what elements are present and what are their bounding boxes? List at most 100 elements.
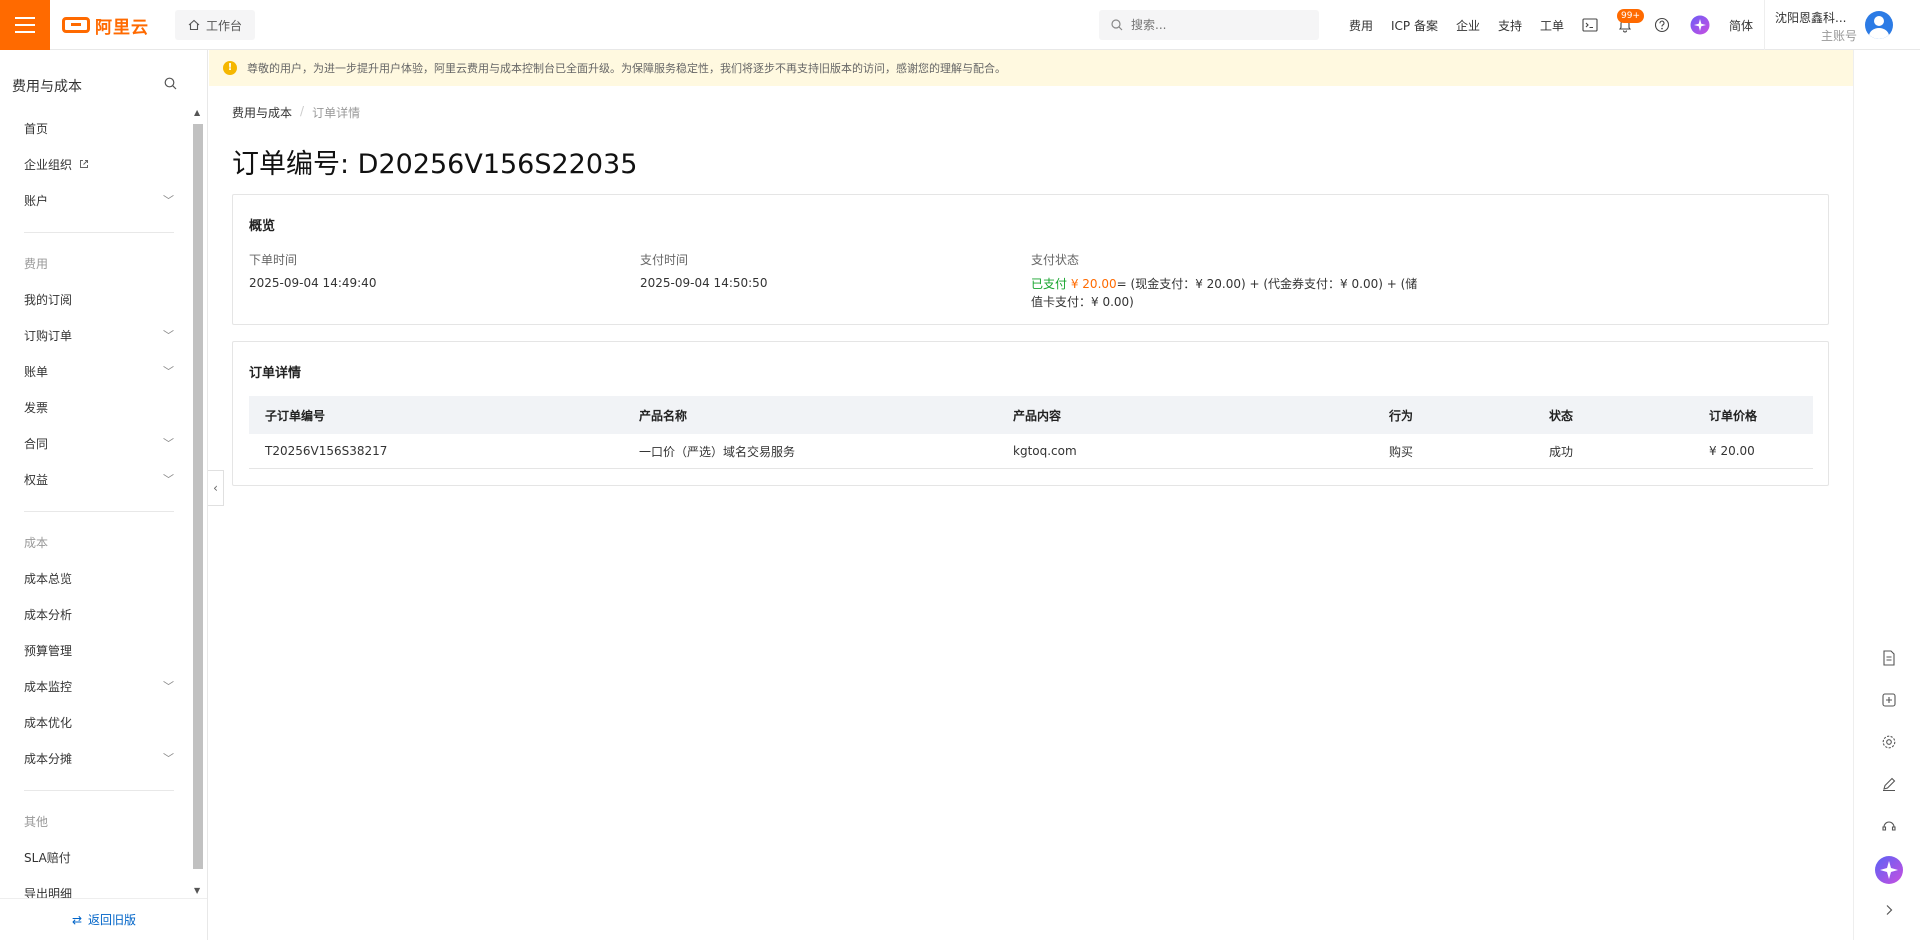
back-label: 返回旧版 — [88, 913, 137, 927]
sidebar-item-budget[interactable]: 预算管理 — [0, 633, 190, 669]
sidebar-item-benefits[interactable]: 权益 ﹀ — [0, 462, 190, 498]
paid-amount: ¥ 20.00 — [1070, 277, 1117, 291]
aliyun-logo[interactable]: 阿里云 — [62, 14, 149, 38]
sidebar-item-cost-overview[interactable]: 成本总览 — [0, 561, 190, 597]
user-name: 沈阳恩鑫科... — [1775, 11, 1847, 25]
sidebar-item-label: 首页 — [24, 122, 49, 136]
chevron-down-icon: ﹀ — [163, 194, 174, 207]
sidebar-item-contracts[interactable]: 合同 ﹀ — [0, 426, 190, 462]
pay-time-label: 支付时间 — [640, 253, 689, 267]
pay-status-value: 已支付 ¥ 20.00= (现金支付：¥ 20.00) + (代金券支付：¥ 0… — [1031, 275, 1421, 311]
notice-text: 尊敬的用户，为进一步提升用户体验，阿里云费用与成本控制台已全面升级。为保障服务稳… — [247, 62, 1006, 75]
document-icon[interactable] — [1878, 647, 1900, 669]
pay-status-label: 支付状态 — [1031, 253, 1080, 267]
chevron-down-icon: ﹀ — [163, 437, 174, 450]
help-icon[interactable] — [1652, 15, 1672, 35]
sidebar-item-label: 成本优化 — [24, 716, 73, 730]
scroll-down-icon[interactable]: ▼ — [194, 886, 200, 895]
workbench-button[interactable]: 工作台 — [175, 10, 256, 40]
search-icon — [1111, 19, 1123, 31]
page-title: 订单编号: D20256V156S22035 — [232, 149, 638, 180]
action: 购买 — [1389, 444, 1414, 459]
product-name: 一口价（严选）域名交易服务 — [639, 444, 796, 459]
nav-enterprise[interactable]: 企业 — [1447, 17, 1489, 34]
external-link-icon — [79, 160, 88, 168]
sidebar-item-orders[interactable]: 订购订单 ﹀ — [0, 318, 190, 354]
sidebar-item-label: SLA赔付 — [24, 851, 71, 865]
avatar[interactable] — [1865, 11, 1893, 39]
ai-assistant-icon[interactable] — [1690, 15, 1710, 35]
chevron-left-icon: ‹ — [213, 481, 218, 495]
breadcrumb-root[interactable]: 费用与成本 — [232, 104, 292, 121]
terminal-icon[interactable] — [1580, 15, 1600, 35]
user-role: 主账号 — [1821, 29, 1858, 43]
order-price: ¥ 20.00 — [1709, 444, 1755, 458]
sidebar-collapse-button[interactable]: ‹ — [208, 470, 224, 506]
settings-icon[interactable] — [1878, 731, 1900, 753]
sidebar-item-invoices[interactable]: 发票 — [0, 390, 190, 426]
ai-assistant-icon[interactable] — [1874, 855, 1904, 885]
back-to-old-version-button[interactable]: ⇄ 返回旧版 — [0, 898, 207, 940]
sidebar-item-account[interactable]: 账户 ﹀ — [0, 183, 190, 219]
nav-fee[interactable]: 费用 — [1340, 17, 1382, 34]
table-row: T20256V156S38217 一口价（严选）域名交易服务 kgtoq.com… — [249, 434, 1813, 469]
suborder-id: T20256V156S38217 — [265, 444, 388, 458]
column-header: 行为 — [1389, 408, 1414, 423]
right-toolbar — [1853, 50, 1920, 940]
notice-banner: ! 尊敬的用户，为进一步提升用户体验，阿里云费用与成本控制台已全面升级。为保障服… — [209, 50, 1853, 86]
sidebar-group-cost: 成本 — [24, 536, 49, 550]
breadcrumb-current: 订单详情 — [312, 106, 361, 120]
top-bar: 阿里云 工作台 费用 ICP 备案 企业 支持 工单 99+ 简体 沈阳恩鑫科.… — [0, 0, 1920, 50]
sidebar-item-label: 权益 — [24, 473, 49, 487]
search-box[interactable] — [1099, 10, 1319, 40]
sidebar-item-cost-analysis[interactable]: 成本分析 — [0, 597, 190, 633]
customer-service-icon[interactable] — [1878, 815, 1900, 837]
home-icon — [188, 19, 200, 31]
order-detail-table: 子订单编号 产品名称 产品内容 行为 状态 订单价格 T20256V156S38… — [249, 396, 1813, 469]
sidebar-item-label: 合同 — [24, 437, 49, 451]
chevron-down-icon: ﹀ — [163, 752, 174, 765]
sidebar-item-sla[interactable]: SLA赔付 — [0, 840, 190, 876]
sidebar-item-label: 成本监控 — [24, 680, 73, 694]
divider — [24, 232, 174, 233]
sidebar-item-label: 成本分摊 — [24, 752, 73, 766]
search-input[interactable] — [1131, 18, 1301, 32]
sidebar-item-label: 发票 — [24, 401, 49, 415]
chevron-down-icon: ﹀ — [163, 365, 174, 378]
nav-support[interactable]: 支持 — [1489, 17, 1531, 34]
chevron-right-icon[interactable] — [1878, 899, 1900, 921]
search-icon[interactable] — [164, 77, 177, 90]
scrollbar-thumb[interactable] — [193, 124, 203, 869]
sidebar-item-bills[interactable]: 账单 ﹀ — [0, 354, 190, 390]
user-menu[interactable]: 沈阳恩鑫科... 主账号 — [1764, 0, 1920, 50]
sidebar-item-cost-allocation[interactable]: 成本分摊 ﹀ — [0, 741, 190, 777]
sidebar-scrollbar[interactable]: ▲ ▼ — [192, 108, 204, 898]
order-time-value: 2025-09-04 14:49:40 — [249, 276, 377, 290]
overview-card: 概览 下单时间 2025-09-04 14:49:40 支付时间 2025-09… — [232, 194, 1829, 325]
language-switch[interactable]: 简体 — [1729, 17, 1753, 34]
sidebar-title: 费用与成本 — [12, 79, 82, 95]
sidebar-item-label: 成本分析 — [24, 608, 73, 622]
menu-icon[interactable] — [0, 0, 50, 50]
nav-ticket[interactable]: 工单 — [1531, 17, 1573, 34]
top-nav: 费用 ICP 备案 企业 支持 工单 — [1340, 0, 1573, 50]
column-header: 状态 — [1549, 408, 1574, 423]
column-header: 产品内容 — [1013, 408, 1062, 423]
sidebar-item-cost-monitor[interactable]: 成本监控 ﹀ — [0, 669, 190, 705]
notification-badge: 99+ — [1617, 9, 1644, 23]
order-time-label: 下单时间 — [249, 253, 298, 267]
chevron-down-icon: ﹀ — [163, 473, 174, 486]
api-icon[interactable] — [1878, 689, 1900, 711]
overview-title: 概览 — [249, 219, 276, 234]
divider — [24, 511, 174, 512]
sidebar-item-subscriptions[interactable]: 我的订阅 — [0, 282, 190, 318]
breadcrumb: 费用与成本 / 订单详情 — [232, 104, 360, 121]
sidebar-item-enterprise-org[interactable]: 企业组织 — [0, 147, 190, 183]
divider — [24, 790, 174, 791]
edit-icon[interactable] — [1878, 773, 1900, 795]
sidebar-item-cost-optimize[interactable]: 成本优化 — [0, 705, 190, 741]
scroll-up-icon[interactable]: ▲ — [194, 108, 200, 117]
paid-status: 已支付 — [1031, 277, 1068, 291]
sidebar-item-home[interactable]: 首页 — [0, 111, 190, 147]
nav-icp[interactable]: ICP 备案 — [1382, 17, 1447, 34]
